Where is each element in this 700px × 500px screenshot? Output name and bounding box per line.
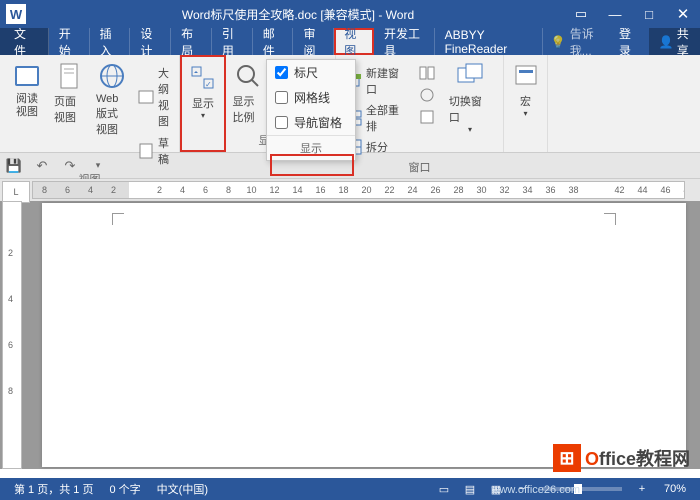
tab-insert[interactable]: 插入 bbox=[90, 28, 131, 55]
lightbulb-icon: 💡 bbox=[551, 35, 566, 49]
ruler-label: 标尺 bbox=[294, 64, 318, 81]
watermark-text: ffice教程网 bbox=[599, 449, 690, 469]
share-button[interactable]: 👤 共享 bbox=[649, 28, 700, 55]
window-title: Word标尺使用全攻略.doc [兼容模式] - Word bbox=[32, 6, 564, 23]
read-mode-icon[interactable]: ▭ bbox=[432, 480, 456, 498]
switch-window-button[interactable]: 切换窗口 ▾ bbox=[443, 59, 497, 136]
tell-me-label: 告诉我... bbox=[570, 25, 599, 59]
share-icon: 👤 bbox=[659, 35, 674, 49]
dropdown-footer: 显示 bbox=[267, 135, 355, 160]
tab-file[interactable]: 文件 bbox=[0, 28, 49, 55]
new-window-label: 新建窗口 bbox=[366, 65, 407, 97]
split-label: 拆分 bbox=[366, 139, 388, 155]
ruler-checkbox[interactable] bbox=[275, 66, 288, 79]
outline-label: 大纲视图 bbox=[158, 65, 169, 129]
chevron-down-icon: ▾ bbox=[523, 109, 527, 118]
vertical-ruler[interactable]: 2468 bbox=[2, 201, 22, 469]
gridlines-checkbox[interactable] bbox=[275, 91, 288, 104]
svg-text:✓: ✓ bbox=[205, 80, 212, 89]
watermark-logo: ⊞ Office教程网 bbox=[553, 444, 690, 472]
zoom-in-button[interactable]: + bbox=[630, 480, 654, 498]
word-count-status[interactable]: 0 个字 bbox=[101, 481, 148, 497]
tab-design[interactable]: 设计 bbox=[130, 28, 171, 55]
web-view-label: Web 版式视图 bbox=[96, 93, 128, 137]
window-group-label: 窗口 bbox=[409, 157, 431, 177]
web-view-button[interactable]: Web 版式视图 bbox=[90, 59, 134, 139]
gridlines-label: 网格线 bbox=[294, 89, 330, 106]
print-layout-icon[interactable]: ▤ bbox=[458, 480, 482, 498]
tab-review[interactable]: 审阅 bbox=[293, 28, 334, 55]
office-icon: ⊞ bbox=[553, 444, 581, 472]
page-view-button[interactable]: 页面视图 bbox=[48, 59, 90, 127]
macro-label: 宏 bbox=[520, 93, 531, 109]
zoom-label: 显示比例 bbox=[233, 93, 263, 125]
read-view-label: 阅读 视图 bbox=[16, 93, 38, 119]
ruler-checkbox-item[interactable]: 标尺 bbox=[267, 60, 355, 85]
read-view-button[interactable]: 阅读 视图 bbox=[6, 59, 48, 121]
page-view-label: 页面视图 bbox=[54, 93, 84, 125]
zoom-button[interactable]: 显示比例 bbox=[227, 59, 269, 127]
gridlines-checkbox-item[interactable]: 网格线 bbox=[267, 85, 355, 110]
app-icon: W bbox=[6, 4, 26, 24]
login-button[interactable]: 登录 bbox=[611, 25, 645, 59]
language-status[interactable]: 中文(中国) bbox=[149, 481, 216, 497]
maximize-button[interactable]: □ bbox=[632, 0, 666, 28]
sync-scroll-button[interactable] bbox=[415, 85, 439, 105]
tab-mail[interactable]: 邮件 bbox=[253, 28, 294, 55]
zoom-level[interactable]: 70% bbox=[656, 483, 694, 495]
tab-start[interactable]: 开始 bbox=[49, 28, 90, 55]
navpane-label: 导航窗格 bbox=[294, 114, 342, 131]
tab-view[interactable]: 视图 bbox=[334, 28, 374, 55]
margin-corner-tr bbox=[604, 213, 616, 225]
navpane-checkbox[interactable] bbox=[275, 116, 288, 129]
share-label: 共享 bbox=[677, 25, 690, 59]
tell-me-search[interactable]: 💡 告诉我... bbox=[543, 25, 607, 59]
document-page[interactable] bbox=[42, 203, 686, 467]
show-dropdown-button[interactable]: ✓ 显示 ▾ bbox=[182, 61, 224, 122]
side-by-side-button[interactable] bbox=[415, 63, 439, 83]
tab-references[interactable]: 引用 bbox=[212, 28, 253, 55]
arrange-label: 全部重排 bbox=[366, 102, 407, 134]
tab-layout[interactable]: 布局 bbox=[171, 28, 212, 55]
tab-developer[interactable]: 开发工具 bbox=[374, 28, 435, 55]
draft-view-button[interactable]: 草稿 bbox=[134, 133, 173, 169]
navpane-checkbox-item[interactable]: 导航窗格 bbox=[267, 110, 355, 135]
horizontal-ruler[interactable]: 8642246810121416182022242628303234363842… bbox=[32, 181, 685, 199]
margin-corner-tl bbox=[112, 213, 124, 225]
chevron-down-icon: ▾ bbox=[468, 125, 472, 134]
close-button[interactable]: ✕ bbox=[666, 0, 700, 28]
page-count-status[interactable]: 第 1 页，共 1 页 bbox=[6, 481, 101, 497]
watermark-url: www.office26.com bbox=[492, 484, 580, 496]
watermark-o: O bbox=[585, 449, 599, 469]
show-dropdown-menu: 标尺 网格线 导航窗格 显示 bbox=[266, 59, 356, 161]
tab-abbyy[interactable]: ABBYY FineReader bbox=[435, 28, 543, 55]
outline-view-button[interactable]: 大纲视图 bbox=[134, 63, 173, 131]
draft-label: 草稿 bbox=[158, 135, 169, 167]
chevron-down-icon: ▾ bbox=[201, 111, 205, 120]
ruler-corner[interactable]: L bbox=[2, 181, 30, 203]
macro-button[interactable]: 宏 ▾ bbox=[505, 59, 547, 120]
show-label: 显示 bbox=[192, 95, 214, 111]
switch-window-label: 切换窗口 bbox=[449, 93, 491, 125]
reset-position-button[interactable] bbox=[415, 107, 439, 127]
